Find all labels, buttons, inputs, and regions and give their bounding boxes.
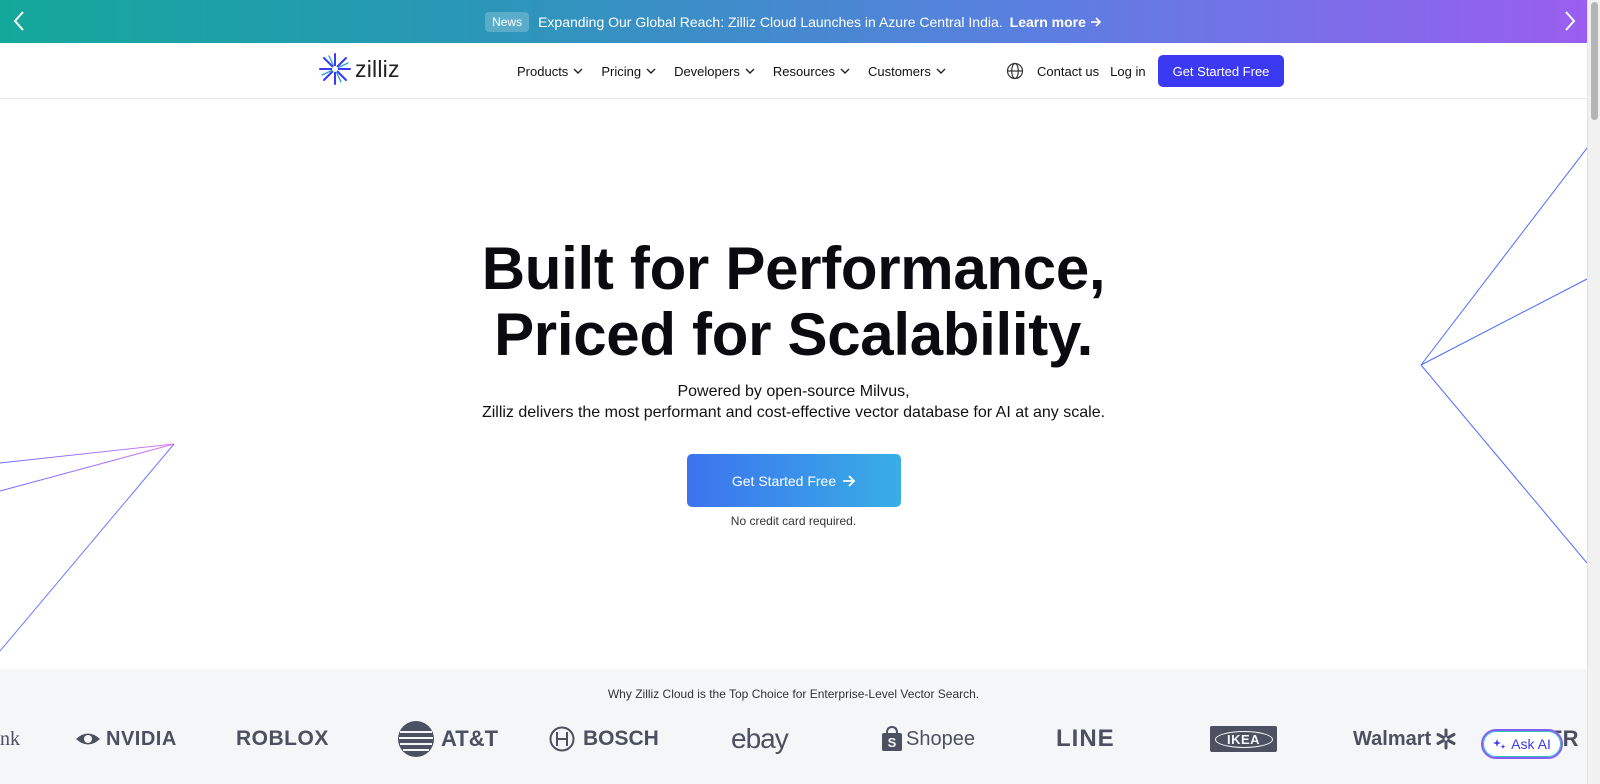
ikea-logo: IKEA <box>1210 719 1277 759</box>
hero-subtitle: Powered by open-source Milvus, Zilliz de… <box>0 381 1587 423</box>
hero-subtitle-line-1: Powered by open-source Milvus, <box>677 383 910 400</box>
zilliz-star-icon <box>319 53 351 85</box>
menu-customers-label: Customers <box>867 63 931 79</box>
nvidia-logo: NVIDIA <box>74 719 177 759</box>
arrow-right-icon <box>843 474 856 487</box>
brand-name: LINE <box>1056 725 1115 752</box>
get-started-free-hero-button[interactable]: Get Started Free <box>687 454 901 507</box>
customer-logo-row: nk NVIDIA ROBLOX AT&T BOSCH ebay S Shope… <box>0 719 1587 759</box>
shopee-logo: S Shopee <box>880 719 975 759</box>
shopee-bag-icon: S <box>882 725 902 751</box>
chevron-down-icon <box>936 68 946 74</box>
brand-logo-partial-left: nk <box>0 719 20 759</box>
att-logo: AT&T <box>397 719 498 759</box>
ask-ai-label: Ask AI <box>1511 736 1551 752</box>
globe-icon[interactable] <box>1006 62 1024 80</box>
menu-pricing[interactable]: Pricing <box>601 64 656 79</box>
contact-us-link[interactable]: Contact us <box>1037 64 1099 79</box>
brand-name: NVIDIA <box>106 727 177 750</box>
ebay-logo: ebay <box>731 719 789 759</box>
hero-subtitle-line-2: Zilliz delivers the most performant and … <box>481 404 1106 421</box>
brand-name: Walmart <box>1353 727 1432 750</box>
get-started-free-nav-button[interactable]: Get Started Free <box>1157 55 1285 87</box>
hero-title-line-2: Priced for Scalability. <box>494 301 1093 368</box>
chevron-down-icon <box>646 68 656 74</box>
page-scrollbar[interactable] <box>1587 0 1600 784</box>
menu-pricing-label: Pricing <box>601 63 642 79</box>
chevron-right-icon <box>1565 11 1576 31</box>
bosch-logo: BOSCH <box>549 719 659 759</box>
menu-customers[interactable]: Customers <box>868 64 946 79</box>
brand-name: ebay <box>731 723 789 754</box>
announcement-message: Expanding Our Global Reach: Zilliz Cloud… <box>538 13 1003 30</box>
walmart-spark-icon <box>1436 728 1456 750</box>
brand-name: BOSCH <box>583 727 659 750</box>
sparkle-icon <box>1493 738 1506 749</box>
brand-name: ROBLOX <box>236 727 329 750</box>
hero-title: Built for Performance, Priced for Scalab… <box>0 236 1587 368</box>
brand-name: IKEA <box>1226 731 1261 747</box>
logo-text: zilliz <box>355 55 400 82</box>
brand-name: Shopee <box>906 727 975 750</box>
log-in-link[interactable]: Log in <box>1110 64 1145 79</box>
menu-resources[interactable]: Resources <box>773 64 850 79</box>
ask-ai-button[interactable]: Ask AI <box>1481 729 1563 759</box>
menu-resources-label: Resources <box>772 63 835 79</box>
line-logo: LINE <box>1056 719 1115 759</box>
menu-products-label: Products <box>517 63 569 79</box>
bosch-armature-icon <box>549 726 575 752</box>
next-announcement-button[interactable] <box>1557 8 1583 34</box>
menu-products[interactable]: Products <box>517 64 583 79</box>
roblox-logo: ROBLOX <box>236 719 329 759</box>
menu-developers[interactable]: Developers <box>674 64 755 79</box>
brand-name: AT&T <box>441 726 499 751</box>
nav-actions: Contact us Log in Get Started Free <box>1006 43 1285 99</box>
chevron-down-icon <box>573 68 583 74</box>
svg-text:S: S <box>888 735 897 750</box>
chevron-down-icon <box>840 68 850 74</box>
news-badge: News <box>485 11 530 32</box>
ikea-oval: IKEA <box>1214 730 1273 748</box>
zilliz-logo[interactable]: zilliz <box>318 52 400 86</box>
nvidia-eye-icon <box>76 733 100 745</box>
brand-name: nk <box>0 727 20 750</box>
customer-logos-section: Why Zilliz Cloud is the Top Choice for E… <box>0 669 1587 784</box>
ikea-badge: IKEA <box>1210 726 1277 752</box>
announcement-bar: News Expanding Our Global Reach: Zilliz … <box>0 0 1587 43</box>
learn-more-label: Learn more <box>1009 13 1086 30</box>
menu-developers-label: Developers <box>674 63 740 79</box>
no-credit-card-note: No credit card required. <box>730 514 857 528</box>
att-globe-icon <box>398 721 434 757</box>
walmart-logo: Walmart <box>1353 719 1457 759</box>
previous-announcement-button[interactable] <box>6 8 32 34</box>
primary-menu: Products Pricing Developers Resources Cu… <box>517 43 946 99</box>
logos-caption: Why Zilliz Cloud is the Top Choice for E… <box>607 687 980 701</box>
learn-more-link[interactable]: Learn more <box>1010 14 1102 30</box>
main-navigation: zilliz Products Pricing Developers Resou… <box>0 43 1587 99</box>
scrollbar-thumb[interactable] <box>1591 2 1598 120</box>
hero-cta-label: Get Started Free <box>731 472 837 489</box>
chevron-down-icon <box>745 68 755 74</box>
chevron-left-icon <box>13 11 24 31</box>
hero-title-line-1: Built for Performance, <box>481 235 1106 302</box>
arrow-right-icon <box>1090 16 1102 27</box>
